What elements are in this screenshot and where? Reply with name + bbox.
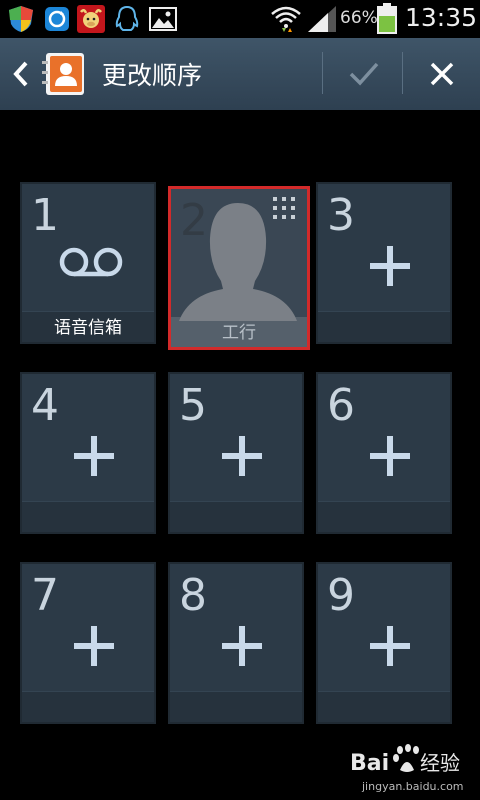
svg-text:Bai: Bai: [350, 751, 389, 776]
action-bar: 更改顺序: [0, 38, 480, 110]
tile-number: 2: [180, 195, 208, 246]
drag-handle-icon[interactable]: [271, 195, 297, 221]
divider: [322, 52, 323, 94]
close-icon: [430, 62, 454, 86]
close-button[interactable]: [404, 38, 480, 110]
sync-icon: [45, 7, 69, 31]
speed-dial-tile-3[interactable]: 3: [316, 182, 452, 344]
watermark-url: jingyan.baidu.com: [362, 780, 464, 793]
tile-number: 1: [31, 190, 59, 241]
clock: 13:35: [405, 3, 478, 32]
add-icon: [222, 626, 262, 666]
tile-number: 4: [31, 380, 59, 431]
add-icon: [74, 626, 114, 666]
speed-dial-tile-1[interactable]: 1 语音信箱: [20, 182, 156, 344]
tile-number: 8: [179, 570, 207, 621]
status-bar: 66% 13:35: [0, 0, 480, 38]
speed-dial-tile-6[interactable]: 6: [316, 372, 452, 534]
tile-number: 9: [327, 570, 355, 621]
speed-dial-tile-9[interactable]: 9: [316, 562, 452, 724]
divider: [402, 52, 403, 94]
speed-dial-tile-4[interactable]: 4: [20, 372, 156, 534]
add-icon: [370, 626, 410, 666]
svg-text:经验: 经验: [420, 751, 460, 775]
tile-number: 3: [327, 190, 355, 241]
shield-icon: [9, 6, 33, 32]
tile-number: 7: [31, 570, 59, 621]
voicemail-icon: [59, 247, 123, 277]
back-icon[interactable]: [8, 60, 34, 88]
check-icon: [349, 62, 379, 86]
add-icon: [74, 436, 114, 476]
tile-label: 语音信箱: [54, 318, 122, 338]
cow-app-icon: [77, 5, 105, 33]
add-icon: [222, 436, 262, 476]
speed-dial-tile-7[interactable]: 7: [20, 562, 156, 724]
speed-dial-tile-8[interactable]: 8: [168, 562, 304, 724]
contacts-app-icon: [42, 53, 84, 95]
qq-icon: [115, 5, 139, 31]
speed-dial-tile-2[interactable]: 2 工行: [168, 186, 310, 350]
battery-percent: 66%: [340, 8, 378, 28]
add-icon: [370, 436, 410, 476]
speed-dial-tile-5[interactable]: 5: [168, 372, 304, 534]
confirm-button[interactable]: [326, 38, 400, 110]
tile-number: 5: [179, 380, 207, 431]
battery-icon: [377, 3, 397, 34]
tile-label: 工行: [222, 323, 256, 343]
tile-number: 6: [327, 380, 355, 431]
add-icon: [370, 246, 410, 286]
wifi-icon: [271, 6, 301, 32]
signal-icon: [308, 6, 336, 32]
gallery-icon: [149, 7, 177, 31]
page-title: 更改顺序: [102, 61, 203, 90]
